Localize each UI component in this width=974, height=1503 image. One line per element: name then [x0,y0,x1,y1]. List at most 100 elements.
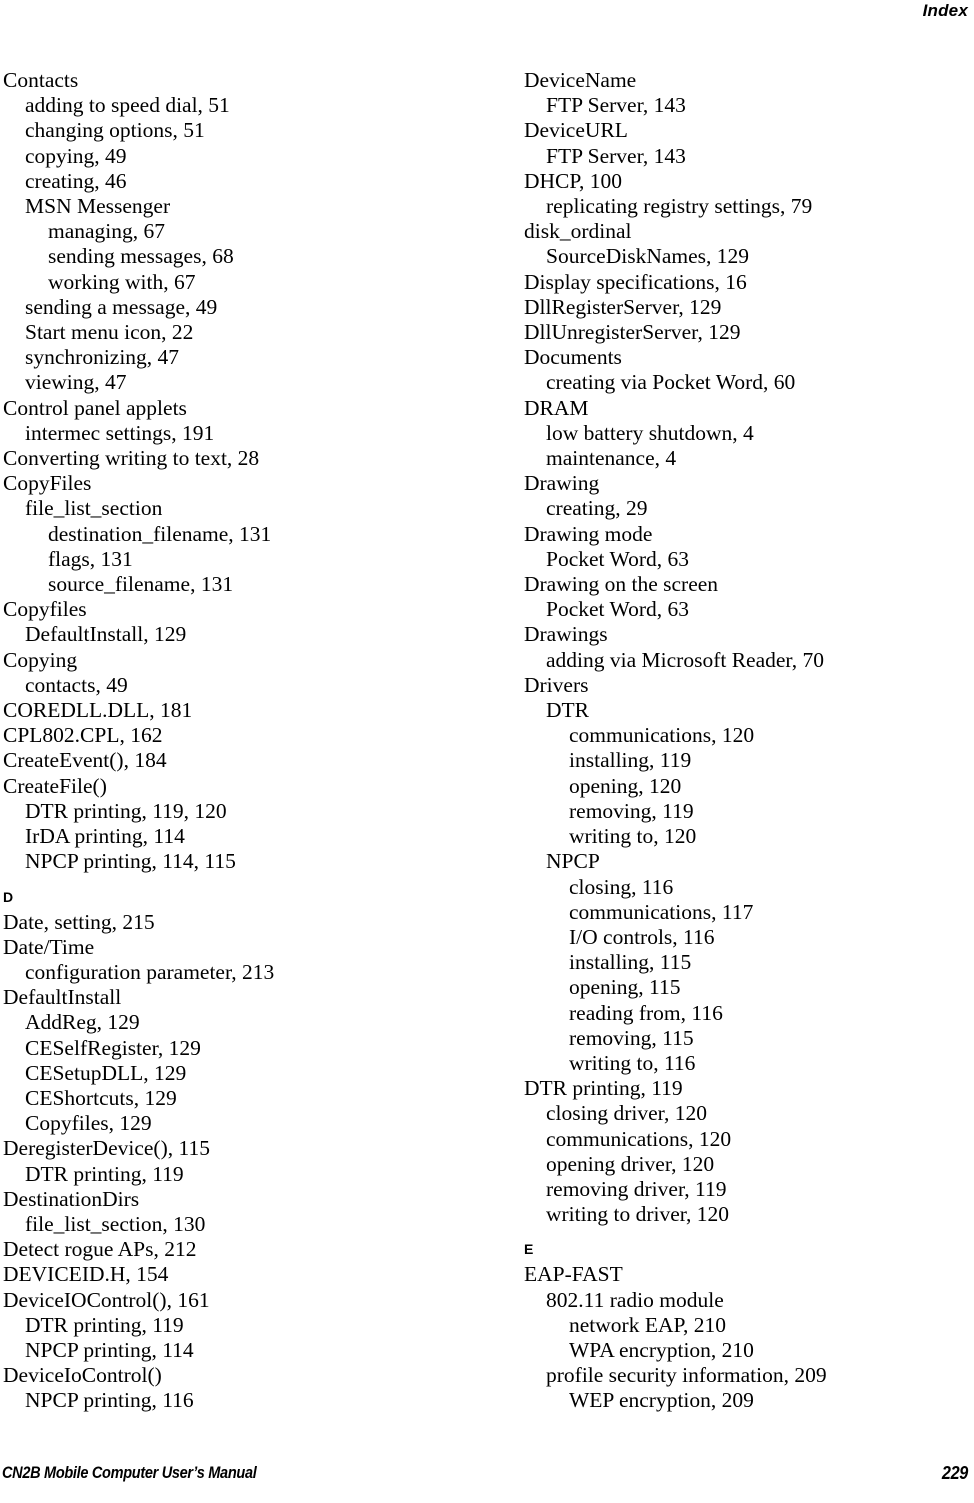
index-entry-level-0: DestinationDirs [3,1186,140,1211]
index-column-right: DeviceName FTP Server, 143 DeviceURL FTP Se… [524,68,974,1414]
index-entry-level-0: Control panel applets [3,395,187,420]
index-entry-level-1: Pocket Word, 63 [546,597,689,622]
index-entry-level-1: sending a message, 49 [25,294,218,319]
index-entry-level-1: synchronizing, 47 [25,345,180,370]
index-entry-level-2: removing, 115 [569,1025,694,1050]
index-entry-level-1: file_list_section [25,496,163,521]
index-entry-level-0: CreateFile() [3,773,107,798]
index-entry-level-0: DeviceName [524,68,637,92]
running-header-index: Index [922,1,968,20]
index-letter-heading: E [524,1241,534,1258]
index-entry-level-2: communications, 120 [569,723,755,748]
index-entry-level-0: DHCP, 100 [524,168,622,193]
index-entry-level-1: Start menu icon, 22 [25,320,194,345]
index-entry-level-1: adding via Microsoft Reader, 70 [546,647,824,672]
index-entry-level-0: Contacts [3,68,79,92]
index-entry-level-0: Drawing [524,471,600,496]
index-entry-level-2: removing, 119 [569,798,694,823]
index-entry-level-0: Copyfiles [3,597,87,622]
index-entry-level-2: managing, 67 [48,219,166,244]
index-entry-level-1: communications, 120 [546,1126,732,1151]
index-entry-level-2: WPA encryption, 210 [569,1337,754,1362]
footer-page-number: 229 [941,1463,968,1483]
index-entry-level-0: Copying [3,647,78,672]
index-entry-level-1: viewing, 47 [25,370,127,395]
index-entry-level-1: NPCP printing, 114 [25,1337,194,1362]
index-entry-level-1: opening driver, 120 [546,1151,715,1176]
index-entry-level-1: IrDA printing, 114 [25,824,185,849]
index-entry-level-0: EAP-FAST [524,1262,623,1287]
index-entry-level-1: configuration parameter, 213 [25,959,275,984]
index-entry-level-1: NPCP printing, 116 [25,1388,194,1413]
index-entry-level-2: network EAP, 210 [569,1312,727,1337]
index-entry-level-2: working with, 67 [48,269,196,294]
index-entry-level-1: writing to driver, 120 [546,1202,730,1227]
index-entry-level-2: installing, 115 [569,950,692,975]
index-entry-level-0: DeviceURL [524,118,628,143]
index-columns: Contacts adding to speed dial, 51 changing… [0,68,974,1428]
index-entry-level-0: DefaultInstall [3,985,122,1010]
index-entry-level-2: destination_filename, 131 [48,521,272,546]
index-entry-level-1: AddReg, 129 [25,1010,140,1035]
index-entry-level-2: WEP encryption, 209 [569,1388,754,1413]
index-entry-level-1: file_list_section, 130 [25,1211,206,1236]
index-entry-level-0: COREDLL.DLL, 181 [3,698,193,723]
index-entry-level-2: opening, 115 [569,975,681,1000]
index-entry-level-1: creating, 46 [25,168,127,193]
index-entry-level-0: Date/Time [3,934,95,959]
index-entry-level-1: contacts, 49 [25,672,128,697]
index-entry-level-1: SourceDiskNames, 129 [546,244,750,269]
running-footer: CN2B Mobile Computer User’s Manual 229 [0,1461,968,1485]
index-entry-level-0: CreateEvent(), 184 [3,748,167,773]
index-entry-level-1: closing driver, 120 [546,1101,707,1126]
index-entry-level-1: Copyfiles, 129 [25,1111,152,1136]
index-entry-level-2: closing, 116 [569,874,674,899]
index-letter-heading: D [3,888,14,905]
index-entry-level-1: maintenance, 4 [546,446,677,471]
index-entry-level-1: DTR printing, 119 [25,1312,184,1337]
index-entry-level-2: installing, 119 [569,748,692,773]
index-entry-level-1: creating via Pocket Word, 60 [546,370,796,395]
index-entry-level-2: sending messages, 68 [48,244,234,269]
index-entry-level-0: disk_ordinal [524,219,632,244]
index-entry-level-0: Documents [524,345,622,370]
index-entry-level-2: opening, 120 [569,773,682,798]
index-entry-level-1: FTP Server, 143 [546,93,686,118]
index-entry-level-1: CEShortcuts, 129 [25,1085,177,1110]
index-entry-level-1: copying, 49 [25,143,127,168]
index-entry-level-1: DefaultInstall, 129 [25,622,187,647]
index-entry-level-1: NPCP printing, 114, 115 [25,849,236,874]
index-entry-level-0: Drawing on the screen [524,572,719,597]
index-entry-level-1: creating, 29 [546,496,648,521]
index-entry-level-1: 802.11 radio module [546,1287,724,1312]
index-entry-level-1: DTR printing, 119, 120 [25,798,227,823]
index-entry-level-1: MSN Messenger [25,194,171,219]
index-entry-level-2: reading from, 116 [569,1000,723,1025]
index-entry-level-0: DTR printing, 119 [524,1076,683,1101]
index-entry-level-0: CPL802.CPL, 162 [3,723,163,748]
index-entry-level-0: CopyFiles [3,471,92,496]
index-entry-level-1: DTR [546,698,589,723]
index-entry-level-1: Pocket Word, 63 [546,546,689,571]
index-entry-level-2: writing to, 116 [569,1050,696,1075]
footer-manual-title: CN2B Mobile Computer User’s Manual [2,1464,257,1482]
index-entry-level-1: DTR printing, 119 [25,1161,184,1186]
index-entry-level-0: DllUnregisterServer, 129 [524,320,741,345]
index-entry-level-2: flags, 131 [48,546,133,571]
index-entry-level-1: changing options, 51 [25,118,205,143]
index-entry-level-0: Drawings [524,622,608,647]
index-entry-level-2: writing to, 120 [569,824,697,849]
index-entry-level-1: CESetupDLL, 129 [25,1060,187,1085]
index-entry-level-0: DeviceIOControl(), 161 [3,1287,210,1312]
index-entry-level-1: CESelfRegister, 129 [25,1035,201,1060]
index-entry-level-2: I/O controls, 116 [569,924,715,949]
index-entry-level-0: Converting writing to text, 28 [3,446,260,471]
index-entry-level-1: FTP Server, 143 [546,143,686,168]
index-entry-level-1: adding to speed dial, 51 [25,93,230,118]
index-entry-level-1: low battery shutdown, 4 [546,420,754,445]
index-entry-level-0: DeviceIoControl() [3,1363,162,1388]
index-page: Index Contacts adding to speed dial, 51 ch… [0,0,974,1503]
index-entry-level-0: Detect rogue APs, 212 [3,1237,197,1262]
index-entry-level-0: Date, setting, 215 [3,909,155,934]
index-entry-level-0: Drivers [524,672,589,697]
